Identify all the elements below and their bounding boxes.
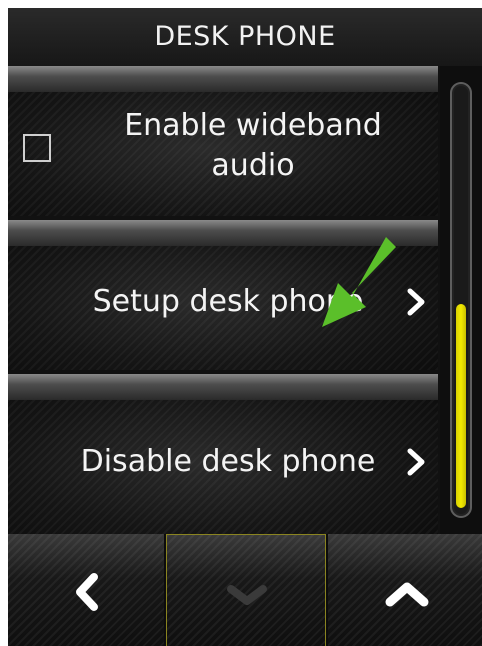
device-screen: DESK PHONE Enable wideband audio Setup d… [8,8,482,646]
scrollbar[interactable] [440,66,482,534]
chevron-right-icon [407,288,425,316]
green-arrow-icon [322,237,396,327]
wideband-audio-checkbox[interactable] [23,134,51,162]
chevron-down-icon [227,585,267,605]
list-item-label: Enable wideband audio [124,108,382,183]
scroll-thumb[interactable] [456,304,466,508]
chevron-up-icon [385,582,429,607]
scroll-down-button[interactable] [166,534,326,646]
list-item-label: Disable desk phone [80,444,376,479]
chevron-right-icon [407,448,425,476]
list-item-enable-wideband-audio[interactable]: Enable wideband audio [8,66,438,216]
settings-list: Enable wideband audio Setup desk phone D… [8,66,438,534]
back-button[interactable] [8,534,164,646]
chevron-left-icon [76,573,98,611]
list-item-disable-desk-phone[interactable]: Disable desk phone [8,374,438,534]
bottom-nav-bar [8,534,482,646]
scroll-up-button[interactable] [328,534,482,646]
page-title: DESK PHONE [8,8,482,66]
